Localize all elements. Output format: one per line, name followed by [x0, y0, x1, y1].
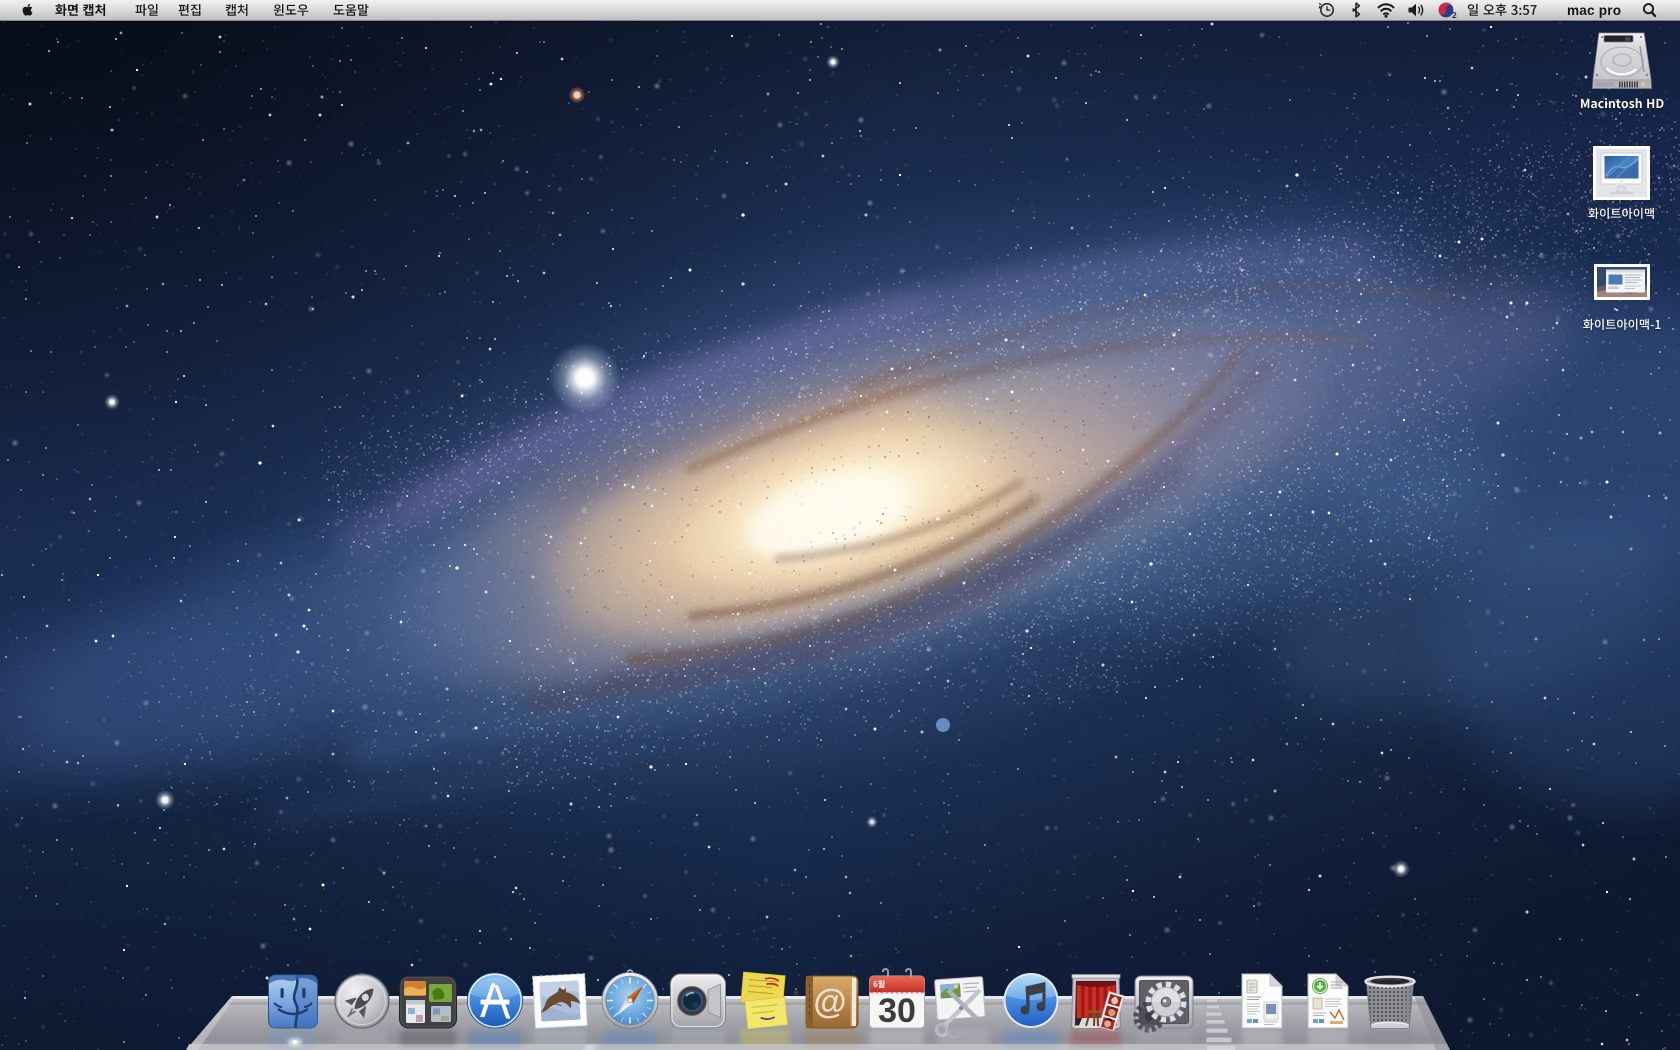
- svg-text:mac pro: mac pro: [1567, 3, 1621, 18]
- svg-text:30: 30: [878, 992, 916, 1030]
- svg-text:@: @: [813, 983, 846, 1021]
- svg-text:2: 2: [1452, 10, 1457, 20]
